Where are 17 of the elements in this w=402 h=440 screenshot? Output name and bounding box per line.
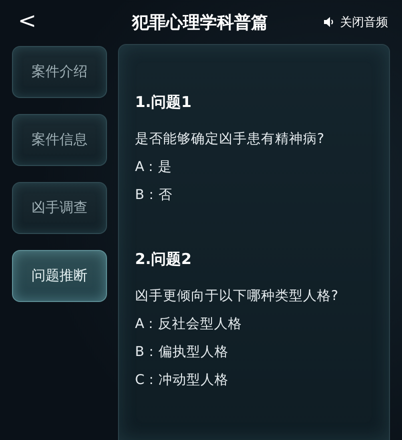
question-title: 1.问题1 [135, 93, 193, 112]
speaker-icon [324, 17, 335, 27]
answer-option[interactable]: C：冲动型人格 [135, 371, 373, 389]
question-text: 凶手更倾向于以下哪种类型人格? [135, 287, 340, 305]
answer-option[interactable]: A：反社会型人格 [135, 315, 373, 333]
back-button[interactable]: < [18, 11, 42, 33]
page-title: 犯罪心理学科普篇 [130, 12, 269, 34]
sidebar-tab[interactable]: 凶手调查 [12, 182, 107, 234]
answer-option[interactable]: B：偏执型人格 [135, 343, 373, 361]
answer-option[interactable]: B：否 [135, 186, 373, 204]
answer-option[interactable]: A：是 [135, 158, 373, 176]
question-title: 2.问题2 [135, 250, 193, 269]
question-text: 是否能够确定凶手患有精神病? [135, 130, 326, 148]
mute-audio-button[interactable]: 关闭音频 [324, 14, 388, 30]
sidebar-tab[interactable]: 案件信息 [12, 114, 107, 166]
sidebar-tab[interactable]: 案件介绍 [12, 46, 107, 98]
sidebar-tab[interactable]: 问题推断 [12, 250, 107, 302]
